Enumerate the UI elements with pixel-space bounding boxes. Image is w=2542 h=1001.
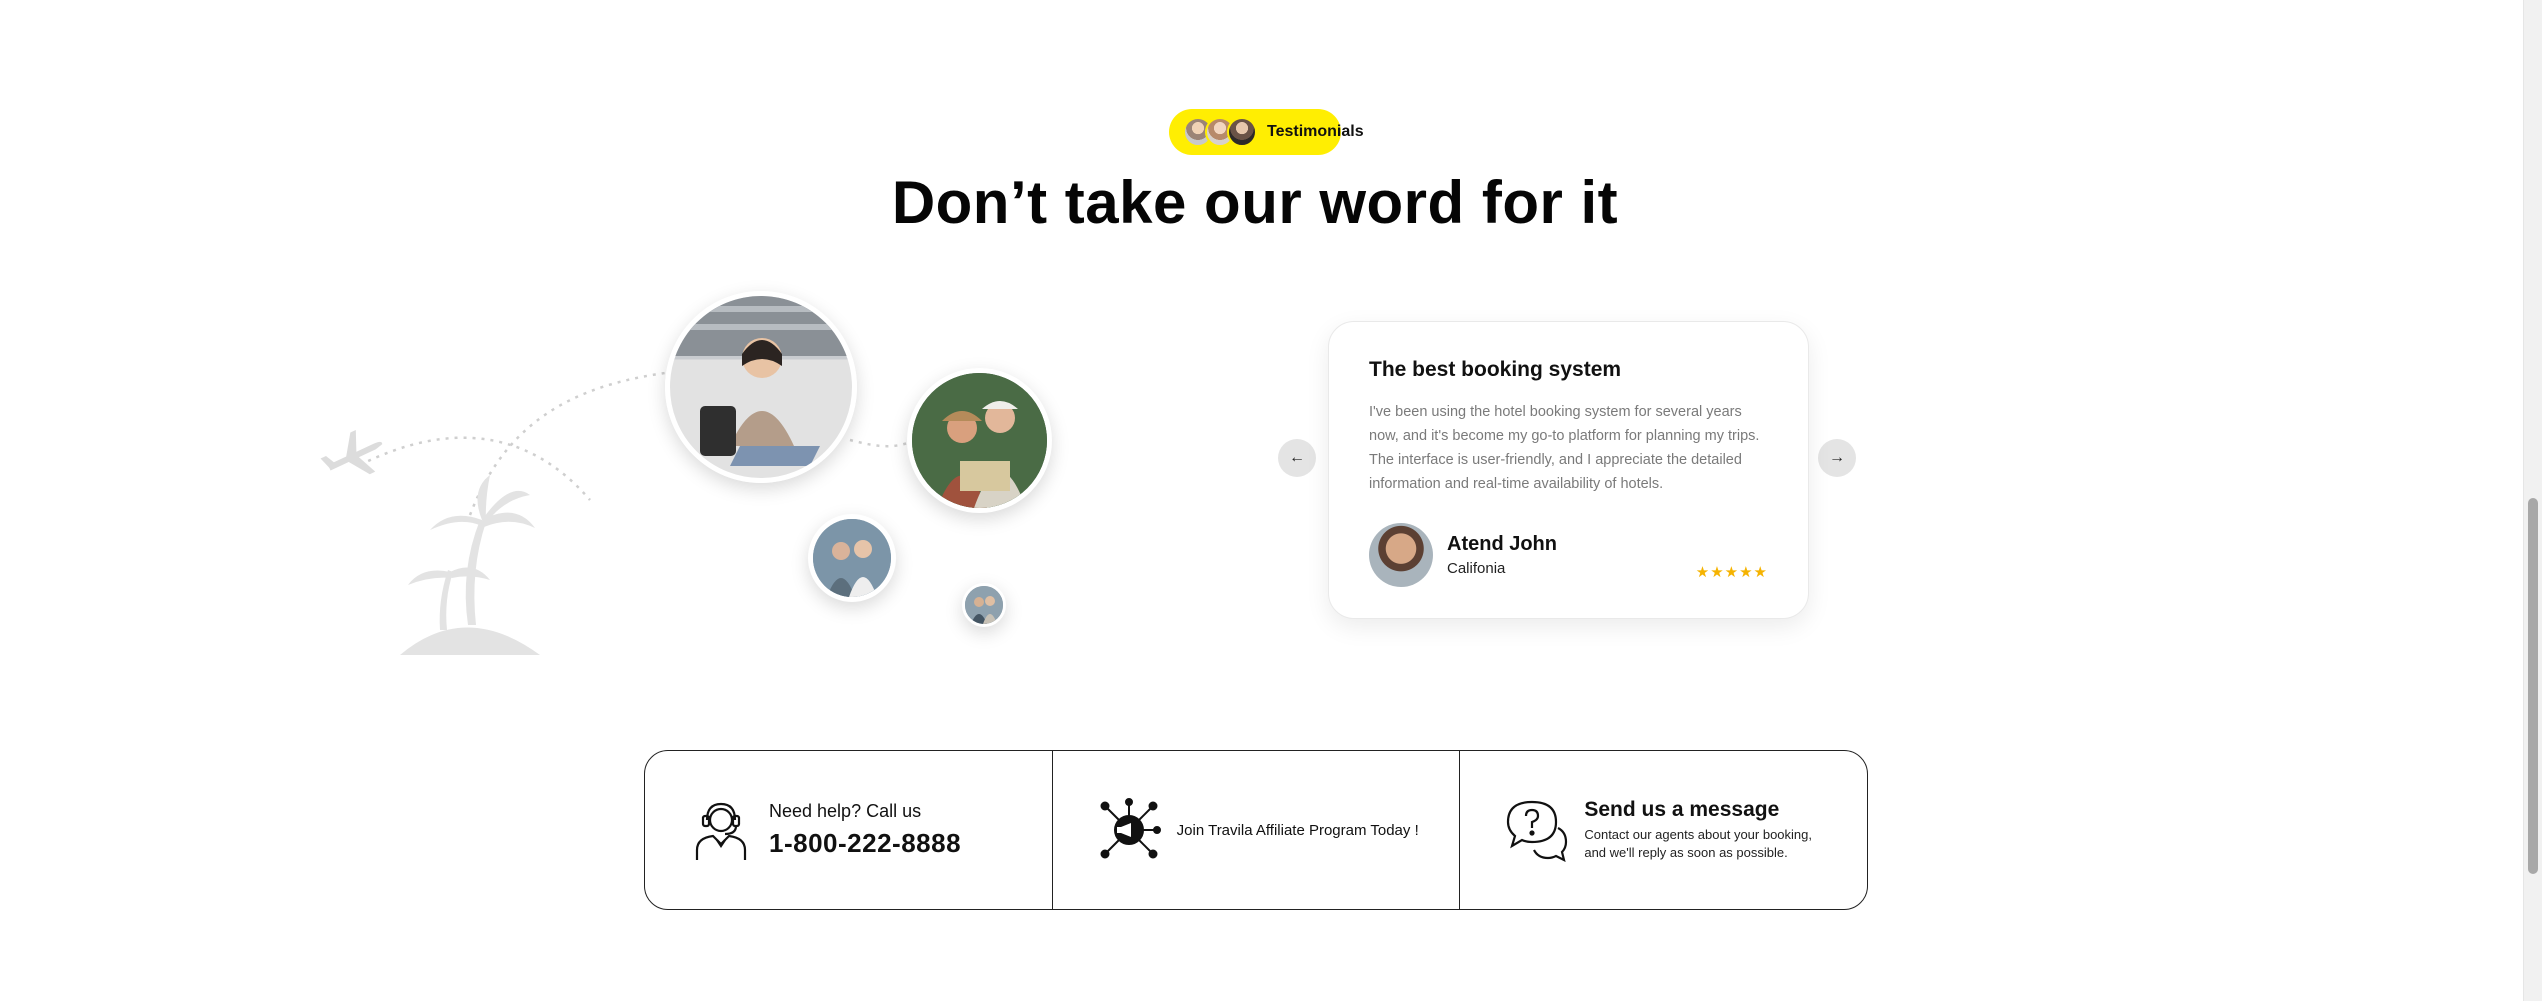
avatar xyxy=(1227,117,1257,147)
traveler-photo-medium xyxy=(907,368,1052,513)
call-us-block[interactable]: Need help? Call us 1-800-222-8888 xyxy=(645,751,1052,909)
contact-strip: Need help? Call us 1-800-222-8888 Join T… xyxy=(644,750,1868,910)
author-location: Califonia xyxy=(1447,560,1506,577)
palm-island-icon xyxy=(400,475,540,655)
chat-question-icon xyxy=(1507,800,1568,862)
traveler-photo-tiny xyxy=(962,583,1006,627)
traveler-photo-small xyxy=(808,514,896,602)
traveler-photo-large xyxy=(665,291,857,483)
author-name: Atend John xyxy=(1447,533,1557,555)
phone-number[interactable]: 1-800-222-8888 xyxy=(769,828,961,859)
prev-testimonial-button[interactable]: ← xyxy=(1278,439,1316,477)
avatar xyxy=(1369,523,1433,587)
testimonials-badge: Testimonials xyxy=(1169,109,1364,155)
arrow-left-icon: ← xyxy=(1289,449,1305,466)
section-headline: Don’t take our word for it xyxy=(891,169,1619,236)
page-scrollbar[interactable] xyxy=(2523,0,2542,1001)
headset-agent-icon xyxy=(695,802,747,860)
message-block[interactable]: Send us a message Contact our agents abo… xyxy=(1459,751,1867,909)
megaphone-network-icon xyxy=(1100,798,1161,859)
affiliate-text: Join Travila Affiliate Program Today ! xyxy=(1176,821,1419,839)
affiliate-block[interactable]: Join Travila Affiliate Program Today ! xyxy=(1051,751,1460,909)
call-label: Need help? Call us xyxy=(769,801,922,821)
message-title: Send us a message xyxy=(1584,798,1780,821)
scrollbar-thumb[interactable] xyxy=(2528,498,2538,874)
testimonial-card: The best booking system I've been using … xyxy=(1328,321,1809,619)
testimonial-author: Atend John Califonia xyxy=(1369,523,1557,587)
badge-avatars xyxy=(1183,117,1257,147)
message-text: Contact our agents about your booking, a… xyxy=(1584,827,1812,860)
badge-label: Testimonials xyxy=(1267,123,1364,140)
arrow-right-icon: → xyxy=(1829,449,1845,466)
testimonial-quote: I've been using the hotel booking system… xyxy=(1369,404,1760,492)
star-rating: ★★★★★ xyxy=(1695,564,1768,581)
plane-icon xyxy=(320,429,383,475)
testimonial-title: The best booking system xyxy=(1369,358,1622,381)
next-testimonial-button[interactable]: → xyxy=(1818,439,1856,477)
